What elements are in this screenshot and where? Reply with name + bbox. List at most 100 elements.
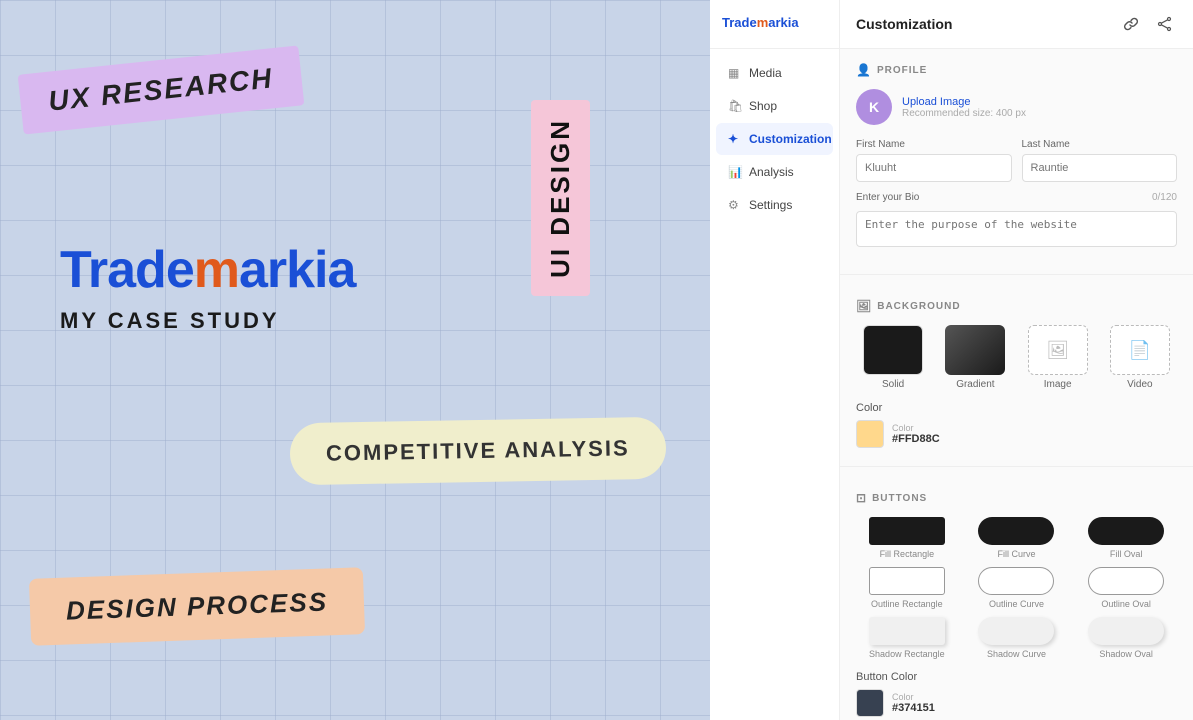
btn-wrap-outline-curve: Outline Curve: [966, 567, 1068, 609]
upload-recommendation: Recommended size: 400 px: [902, 108, 1026, 119]
profile-section: 👤 PROFILE K Upload Image Recommended siz…: [840, 49, 1193, 270]
btn-shadow-curve[interactable]: [978, 617, 1054, 645]
last-name-group: Last Name: [1022, 139, 1178, 182]
background-section: 🖼 BACKGROUND Solid Gradient 🖼 Image: [840, 285, 1193, 462]
btn-wrap-outline-oval: Outline Oval: [1075, 567, 1177, 609]
bg-option-gradient[interactable]: Gradient: [938, 325, 1012, 390]
image-thumb-icon: 🖼: [1046, 340, 1069, 361]
video-thumb-icon: 📄: [1129, 340, 1151, 361]
sidebar-label-media: Media: [749, 66, 782, 80]
bg-option-image[interactable]: 🖼 Image: [1021, 325, 1095, 390]
btn-label-shadow-rect: Shadow Rectangle: [869, 649, 945, 659]
btn-shadow-rectangle[interactable]: [869, 617, 945, 645]
bg-label-video: Video: [1127, 379, 1152, 390]
sidebar-logo: Trademarkia: [710, 14, 839, 49]
button-color-swatch[interactable]: [856, 689, 884, 717]
buttons-grid: Fill Rectangle Fill Curve Fill Oval Outl…: [856, 517, 1177, 659]
sidebar-label-analysis: Analysis: [749, 165, 794, 179]
name-form-row: First Name Last Name: [856, 139, 1177, 182]
background-color-hex: #FFD88C: [892, 433, 940, 445]
sidebar-item-analysis[interactable]: 📊 Analysis: [716, 156, 833, 188]
color-section-label: Color: [856, 402, 1177, 414]
main-content: Customization: [840, 0, 1193, 720]
bio-textarea[interactable]: [856, 211, 1177, 247]
sidebar-item-shop[interactable]: 🛍 Shop: [716, 90, 833, 122]
settings-icon: ⚙: [728, 198, 742, 212]
page-title: Customization: [856, 16, 952, 32]
btn-fill-curve[interactable]: [978, 517, 1054, 545]
upload-info: Upload Image Recommended size: 400 px: [902, 96, 1026, 119]
bg-label-gradient: Gradient: [956, 379, 994, 390]
btn-label-fill-curve: Fill Curve: [997, 549, 1035, 559]
btn-wrap-fill-oval: Fill Oval: [1075, 517, 1177, 559]
bio-header: Enter your Bio 0/120: [856, 192, 1177, 207]
background-section-title: 🖼 BACKGROUND: [856, 299, 1177, 313]
upload-image-link[interactable]: Upload Image: [902, 96, 1026, 108]
btn-wrap-fill-rect: Fill Rectangle: [856, 517, 958, 559]
profile-upload-row: K Upload Image Recommended size: 400 px: [856, 89, 1177, 125]
first-name-input[interactable]: [856, 154, 1012, 182]
first-name-label: First Name: [856, 139, 1012, 150]
sidebar-label-settings: Settings: [749, 198, 792, 212]
btn-wrap-fill-curve: Fill Curve: [966, 517, 1068, 559]
background-color-swatch[interactable]: [856, 420, 884, 448]
link-icon-button[interactable]: [1119, 12, 1143, 36]
sticker-design-process[interactable]: DESIGN PROCESS: [29, 567, 365, 646]
button-color-label-text: Button Color: [856, 671, 1177, 683]
last-name-input[interactable]: [1022, 154, 1178, 182]
btn-label-outline-oval: Outline Oval: [1101, 599, 1151, 609]
profile-section-title: 👤 PROFILE: [856, 63, 1177, 77]
share-icon-button[interactable]: [1153, 12, 1177, 36]
brand-logo: Trademarkia: [60, 240, 355, 300]
background-color-info: Color #FFD88C: [892, 423, 940, 445]
btn-fill-oval[interactable]: [1088, 517, 1164, 545]
last-name-label: Last Name: [1022, 139, 1178, 150]
customization-icon: ✦: [728, 132, 742, 146]
btn-outline-rectangle[interactable]: [869, 567, 945, 595]
sticker-competitive-analysis[interactable]: COMPETITIVE ANALYSIS: [289, 417, 666, 486]
btn-wrap-outline-rect: Outline Rectangle: [856, 567, 958, 609]
btn-wrap-shadow-curve: Shadow Curve: [966, 617, 1068, 659]
right-panel: Trademarkia ▦ Media 🛍 Shop ✦ Customizati…: [710, 0, 1193, 720]
button-color-info: Color #374151: [892, 692, 935, 714]
btn-label-fill-oval: Fill Oval: [1110, 549, 1143, 559]
btn-label-shadow-curve: Shadow Curve: [987, 649, 1046, 659]
btn-fill-rectangle[interactable]: [869, 517, 945, 545]
main-header: Customization: [840, 0, 1193, 49]
case-study-label: MY CASE STUDY: [60, 308, 355, 334]
sidebar-item-customization[interactable]: ✦ Customization: [716, 123, 833, 155]
sticker-ui-design[interactable]: UI DESIGN: [531, 100, 590, 296]
avatar: K: [856, 89, 892, 125]
btn-outline-curve[interactable]: [978, 567, 1054, 595]
bg-thumb-gradient: [945, 325, 1005, 375]
shop-icon: 🛍: [728, 99, 742, 113]
btn-label-outline-rect: Outline Rectangle: [871, 599, 943, 609]
sidebar-label-customization: Customization: [749, 132, 832, 146]
buttons-section: ⊡ BUTTONS Fill Rectangle Fill Curve Fill…: [840, 477, 1193, 720]
bg-option-video[interactable]: 📄 Video: [1103, 325, 1177, 390]
btn-color-label-small: Color: [892, 692, 935, 702]
btn-label-outline-curve: Outline Curve: [989, 599, 1044, 609]
btn-shadow-oval[interactable]: [1088, 617, 1164, 645]
btn-label-fill-rect: Fill Rectangle: [880, 549, 935, 559]
color-label-small: Color: [892, 423, 940, 433]
btn-wrap-shadow-oval: Shadow Oval: [1075, 617, 1177, 659]
sticker-ux-research[interactable]: UX RESEARCH: [18, 45, 305, 134]
background-options: Solid Gradient 🖼 Image 📄 Video: [856, 325, 1177, 390]
button-color-row: Color #374151: [856, 689, 1177, 717]
link-icon: [1123, 16, 1139, 32]
sidebar-item-settings[interactable]: ⚙ Settings: [716, 189, 833, 221]
logo-area: Trademarkia MY CASE STUDY: [60, 240, 355, 334]
sidebar-item-media[interactable]: ▦ Media: [716, 57, 833, 89]
btn-wrap-shadow-rect: Shadow Rectangle: [856, 617, 958, 659]
bg-thumb-solid: [863, 325, 923, 375]
bio-form-row: Enter your Bio 0/120: [856, 192, 1177, 252]
char-count: 0/120: [1152, 192, 1177, 207]
sidebar-brand: Trademarkia: [722, 15, 799, 30]
bg-option-solid[interactable]: Solid: [856, 325, 930, 390]
analysis-icon: 📊: [728, 165, 742, 179]
sidebar: Trademarkia ▦ Media 🛍 Shop ✦ Customizati…: [710, 0, 840, 720]
btn-outline-oval[interactable]: [1088, 567, 1164, 595]
bg-label-solid: Solid: [882, 379, 904, 390]
background-icon: 🖼: [856, 299, 872, 313]
